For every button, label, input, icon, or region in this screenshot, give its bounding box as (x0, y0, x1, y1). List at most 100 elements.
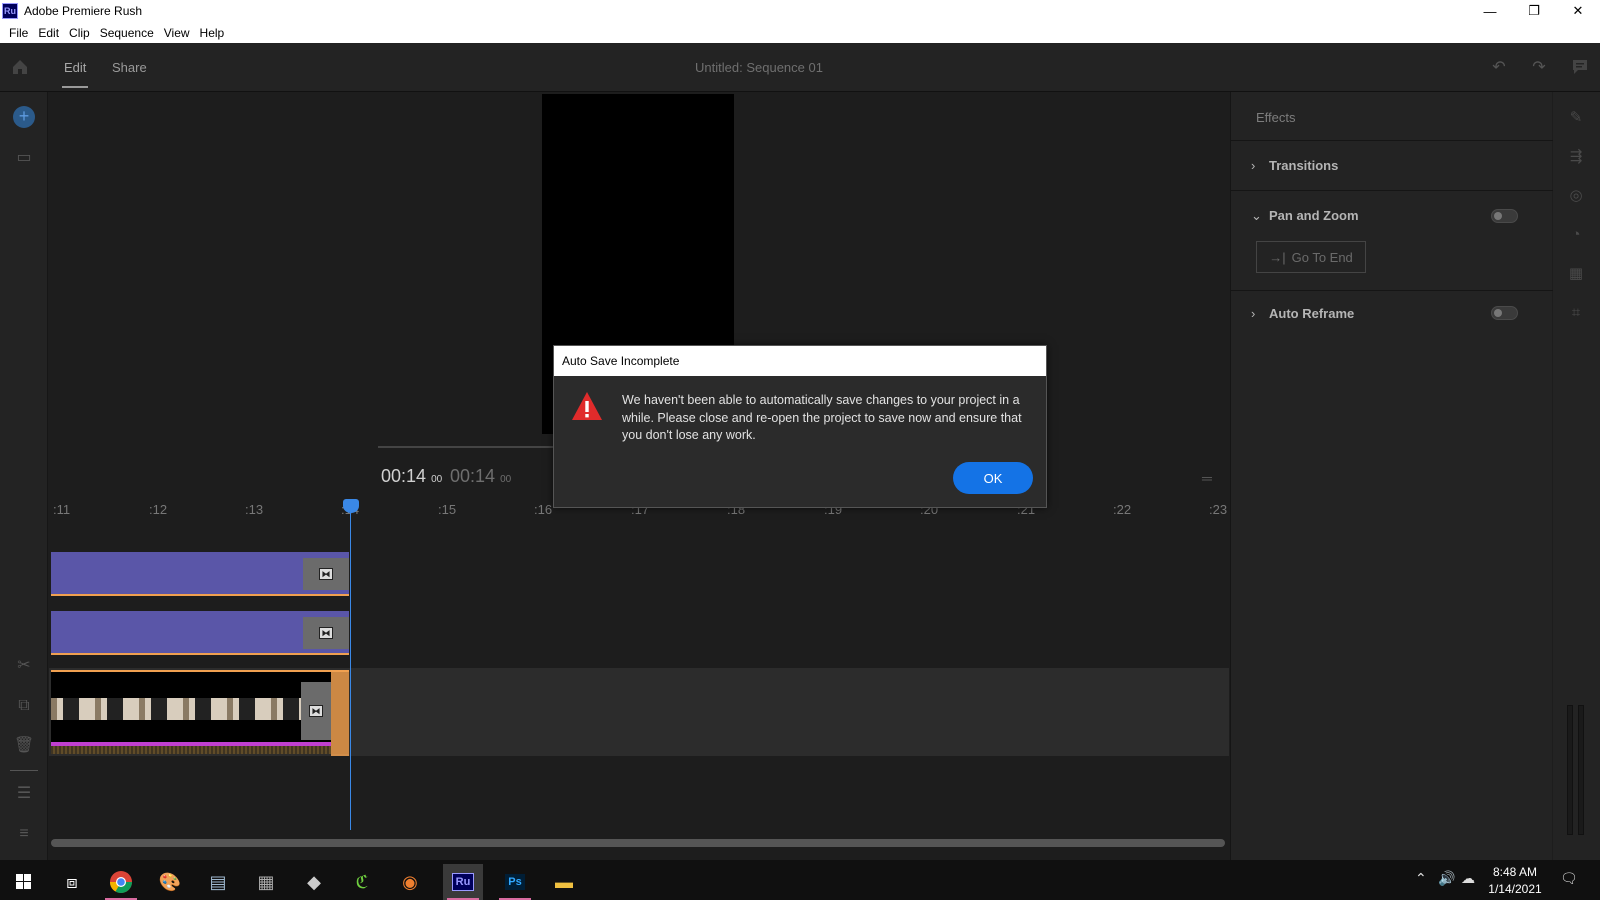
total-duration: 00:14 00 (450, 466, 512, 486)
current-timecode: 00:14 00 (381, 466, 443, 486)
file-explorer-icon[interactable]: ▬ (544, 864, 584, 900)
crop-transform-icon[interactable]: ⌗ (1566, 303, 1586, 323)
right-toolbar: ✎ ⇶ ◎ ◔ ▦ ⌗ (1553, 92, 1600, 860)
left-toolbar: + ▭ ✂ ⧉ 🗑 ☰ ≡ (0, 92, 48, 860)
add-media-icon[interactable]: + (13, 106, 35, 128)
clip-transition-badge[interactable]: ⧓ (303, 558, 349, 590)
tray-overflow-icon[interactable]: ⌃ (1415, 870, 1427, 887)
window-title: Adobe Premiere Rush (24, 4, 143, 18)
color-icon[interactable]: ◎ (1566, 186, 1586, 206)
bowtie-icon: ⧓ (319, 627, 333, 639)
panel-divider (1231, 290, 1553, 291)
section-transitions[interactable]: › Transitions (1251, 158, 1338, 173)
close-button[interactable]: ✕ (1556, 0, 1600, 22)
warning-icon (572, 392, 602, 420)
delete-icon[interactable]: 🗑 (13, 735, 35, 757)
window-titlebar: Ru Adobe Premiere Rush — ❐ ✕ (0, 0, 1600, 22)
clip-filmstrip (51, 698, 301, 720)
menu-edit[interactable]: Edit (33, 26, 64, 40)
timeline-horizontal-scrollbar[interactable] (51, 839, 1225, 847)
menu-file[interactable]: File (4, 26, 33, 40)
auto-save-dialog: Auto Save Incomplete We haven't been abl… (553, 345, 1047, 508)
minimize-button[interactable]: — (1468, 0, 1512, 22)
dialog-title: Auto Save Incomplete (554, 346, 1046, 376)
chrome-icon[interactable] (101, 864, 141, 900)
scrub-bar[interactable] (378, 446, 558, 448)
photoshop-taskbar-icon[interactable]: Ps (495, 864, 535, 900)
volume-icon[interactable]: 🔊 (1438, 870, 1455, 887)
undo-icon[interactable]: ↶ (1489, 57, 1509, 77)
clip-transition-badge[interactable]: ⧓ (303, 617, 349, 649)
ruler-tick: :11 (53, 502, 71, 517)
camtasia-icon[interactable]: ℭ (342, 864, 382, 900)
section-pan-and-zoom[interactable]: ⌄ Pan and Zoom (1251, 208, 1359, 224)
premiere-rush-taskbar-icon[interactable]: Ru (443, 864, 483, 900)
clock-time: 8:48 AM (1492, 865, 1538, 879)
expand-timeline-icon[interactable]: ═ (1202, 470, 1216, 486)
section-auto-reframe[interactable]: › Auto Reframe (1251, 306, 1354, 321)
playhead-handle[interactable] (343, 499, 359, 513)
project-assets-icon[interactable]: ▭ (13, 147, 35, 169)
blender-icon[interactable]: ◉ (390, 864, 430, 900)
playhead-line (350, 510, 351, 830)
premiere-rush-logo: Ru (451, 873, 475, 891)
video-clip[interactable]: ⧓ (51, 670, 349, 756)
menu-sequence[interactable]: Sequence (95, 26, 159, 40)
task-view-icon[interactable]: ⧈ (52, 864, 92, 900)
calculator-icon[interactable]: ▦ (246, 864, 286, 900)
cloud-icon[interactable]: ☁ (1461, 870, 1475, 887)
title-clip-2[interactable]: ⧓ (51, 611, 349, 655)
list-view-icon[interactable]: ≡ (13, 823, 35, 845)
bowtie-icon: ⧓ (319, 568, 333, 580)
ruler-tick: :12 (149, 502, 168, 517)
toolbar-divider (10, 770, 38, 771)
track-control-icon[interactable]: ☰ (13, 783, 35, 805)
auto-reframe-toggle[interactable] (1491, 306, 1518, 320)
titles-icon[interactable]: ✎ (1566, 108, 1586, 128)
menu-bar: File Edit Clip Sequence View Help (0, 22, 1600, 43)
photoshop-logo: Ps (505, 874, 525, 890)
window-controls: — ❐ ✕ (1468, 0, 1600, 22)
effects-panel-title: Effects (1256, 110, 1296, 125)
transitions-icon[interactable]: ⇶ (1566, 147, 1586, 167)
menu-help[interactable]: Help (195, 26, 230, 40)
audio-meter-left (1567, 705, 1573, 835)
premiere-rush-app-icon: Ru (2, 3, 18, 19)
paint-app-icon[interactable]: 🎨 (150, 864, 190, 900)
speed-icon[interactable]: ◔ (1566, 225, 1586, 245)
go-to-end-icon: →| (1269, 249, 1286, 265)
ruler-tick: :23 (1209, 502, 1228, 517)
menu-view[interactable]: View (159, 26, 195, 40)
audio-icon[interactable]: ▦ (1566, 264, 1586, 284)
feedback-icon[interactable] (1570, 57, 1590, 77)
clip-trim-handle[interactable] (331, 672, 349, 756)
panel-divider (1231, 190, 1553, 191)
dialog-message: We haven't been able to automatically sa… (622, 393, 1022, 442)
effects-panel: Effects › Transitions ⌄ Pan and Zoom →| Go … (1230, 92, 1553, 860)
chevron-right-icon: › (1251, 158, 1256, 173)
redo-icon[interactable]: ↷ (1529, 57, 1549, 77)
clock-date: 1/14/2021 (1488, 882, 1542, 896)
ok-button[interactable]: OK (953, 462, 1033, 494)
ruler-tick: :22 (1113, 502, 1132, 517)
go-to-end-button[interactable]: →| Go To End (1256, 241, 1366, 273)
title-clip-1[interactable]: ⧓ (51, 552, 349, 596)
audio-waveform (51, 746, 331, 754)
duplicate-icon[interactable]: ⧉ (13, 695, 35, 717)
chrome-logo (110, 871, 132, 893)
taskbar-clock[interactable]: 8:48 AM 1/14/2021 (1480, 864, 1550, 898)
notepad-icon[interactable]: ▤ (198, 864, 238, 900)
chevron-down-icon: ⌄ (1251, 208, 1262, 223)
menu-clip[interactable]: Clip (64, 26, 95, 40)
audio-meter-right (1578, 705, 1584, 835)
notifications-icon[interactable]: 🗨 (1560, 870, 1578, 887)
restore-button[interactable]: ❐ (1512, 0, 1556, 22)
clip-transition-badge[interactable]: ⧓ (301, 682, 331, 740)
split-scissors-icon[interactable]: ✂ (13, 655, 35, 677)
pan-and-zoom-toggle[interactable] (1491, 209, 1518, 223)
app-header: Edit Share Untitled: Sequence 01 ↶ ↷ (0, 43, 1600, 92)
sequence-title[interactable]: Untitled: Sequence 01 (0, 60, 1518, 75)
ruler-tick: :16 (534, 502, 553, 517)
windows-start-icon[interactable] (4, 864, 44, 900)
inkscape-icon[interactable]: ◆ (294, 864, 334, 900)
